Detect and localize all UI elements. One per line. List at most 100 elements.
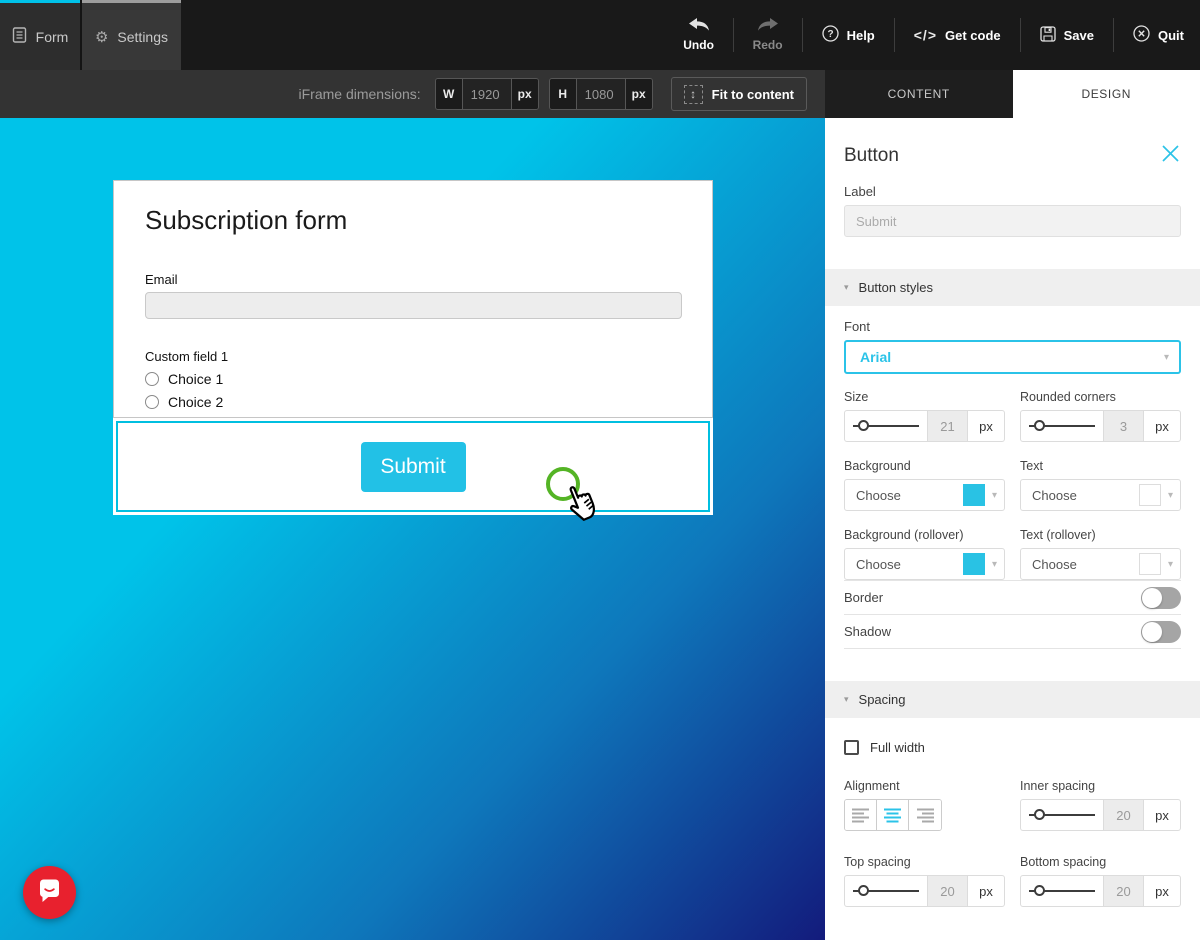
submit-button[interactable]: Submit — [361, 442, 466, 492]
width-unit: px — [511, 79, 538, 109]
button-label-input[interactable] — [844, 205, 1181, 237]
width-prefix: W — [436, 79, 463, 109]
text-choose-label: Choose — [1032, 488, 1132, 503]
align-right-button[interactable] — [909, 800, 941, 830]
get-code-button[interactable]: </> Get code — [904, 27, 1011, 43]
text-rollover-choose-label: Choose — [1032, 557, 1132, 572]
rounded-slider[interactable] — [1021, 411, 1104, 441]
bottom-spacing-slider[interactable] — [1021, 876, 1104, 906]
height-input-group: H 1080 px — [549, 78, 653, 110]
alignment-caption: Alignment — [844, 779, 1005, 793]
shadow-toggle[interactable] — [1141, 621, 1181, 643]
top-bar: Form ⚙ Settings Undo Redo ? Help < — [0, 0, 1200, 70]
background-color-picker[interactable]: Choose ▾ — [844, 479, 1005, 511]
align-center-button[interactable] — [877, 800, 909, 830]
label-field-caption: Label — [844, 184, 1181, 199]
rounded-value[interactable]: 3 — [1104, 411, 1144, 441]
background-rollover-choose-label: Choose — [856, 557, 956, 572]
rounded-unit: px — [1144, 411, 1180, 441]
size-caption: Size — [844, 390, 1005, 404]
section-spacing[interactable]: ▾ Spacing — [825, 681, 1200, 718]
svg-text:?: ? — [827, 29, 833, 40]
redo-button[interactable]: Redo — [743, 18, 793, 52]
background-caption: Background — [844, 459, 1005, 473]
alignment-control — [844, 799, 942, 831]
slider-handle[interactable] — [1034, 885, 1045, 896]
redo-label: Redo — [753, 38, 783, 52]
topbar-actions: Undo Redo ? Help </> Get code Save — [674, 0, 1194, 70]
text-color-picker[interactable]: Choose ▾ — [1020, 479, 1181, 511]
email-field[interactable] — [145, 292, 682, 319]
save-icon — [1040, 26, 1056, 45]
tab-content[interactable]: CONTENT — [825, 70, 1013, 118]
text-rollover-swatch — [1139, 553, 1161, 575]
inner-spacing-unit: px — [1144, 800, 1180, 830]
shadow-row: Shadow — [825, 615, 1200, 648]
collapse-triangle-icon: ▾ — [844, 694, 849, 705]
top-spacing-slider[interactable] — [845, 876, 928, 906]
undo-button[interactable]: Undo — [674, 18, 724, 52]
inner-spacing-value[interactable]: 20 — [1104, 800, 1144, 830]
height-prefix: H — [550, 79, 577, 109]
submit-block-selected[interactable]: Submit — [113, 418, 713, 515]
close-icon[interactable] — [1161, 144, 1180, 168]
quit-icon — [1133, 25, 1150, 45]
slider-handle[interactable] — [1034, 420, 1045, 431]
hand-cursor-icon — [558, 474, 604, 527]
top-spacing-caption: Top spacing — [844, 855, 1005, 869]
save-button[interactable]: Save — [1030, 26, 1104, 45]
align-right-icon — [916, 808, 935, 823]
section-button-styles[interactable]: ▾ Button styles — [825, 269, 1200, 306]
choice1-radio[interactable] — [145, 372, 159, 386]
size-slider[interactable] — [845, 411, 928, 441]
top-spacing-value[interactable]: 20 — [928, 876, 968, 906]
tab-design[interactable]: DESIGN — [1013, 70, 1200, 118]
top-spacing-control: 20 px — [844, 875, 1005, 907]
panel-title: Button — [844, 145, 899, 167]
full-width-label: Full width — [870, 740, 925, 755]
bottom-spacing-unit: px — [1144, 876, 1180, 906]
quit-button[interactable]: Quit — [1123, 25, 1194, 45]
tab-settings-label: Settings — [117, 29, 168, 45]
border-row: Border — [825, 581, 1200, 614]
fit-to-content-icon: ↕ — [684, 85, 703, 104]
rounded-caption: Rounded corners — [1020, 390, 1181, 404]
tab-form[interactable]: Form — [0, 0, 80, 70]
chat-bubble-icon — [36, 877, 63, 909]
bottom-spacing-value[interactable]: 20 — [1104, 876, 1144, 906]
custom-field-label: Custom field 1 — [145, 349, 681, 364]
background-rollover-picker[interactable]: Choose ▾ — [844, 548, 1005, 580]
background-rollover-caption: Background (rollover) — [844, 528, 1005, 542]
border-toggle[interactable] — [1141, 587, 1181, 609]
background-color-swatch — [963, 484, 985, 506]
size-value[interactable]: 21 — [928, 411, 968, 441]
redo-icon — [757, 18, 779, 34]
tab-settings[interactable]: ⚙ Settings — [82, 0, 181, 70]
font-caption: Font — [844, 319, 1181, 334]
inner-spacing-slider[interactable] — [1021, 800, 1104, 830]
form-fields-block[interactable]: Subscription form Email Custom field 1 C… — [113, 180, 713, 418]
slider-handle[interactable] — [858, 420, 869, 431]
height-input[interactable]: 1080 — [577, 79, 625, 109]
fit-to-content-button[interactable]: ↕ Fit to content — [671, 77, 807, 111]
bottom-spacing-control: 20 px — [1020, 875, 1181, 907]
chevron-down-icon: ▾ — [1168, 490, 1173, 501]
text-rollover-picker[interactable]: Choose ▾ — [1020, 548, 1181, 580]
font-select[interactable]: Arial ▾ — [844, 340, 1181, 374]
section-button-styles-title: Button styles — [859, 280, 933, 295]
save-label: Save — [1064, 28, 1094, 43]
size-control: 21 px — [844, 410, 1005, 442]
choice2-radio[interactable] — [145, 395, 159, 409]
choice-row: Choice 2 — [145, 394, 681, 410]
align-left-button[interactable] — [845, 800, 877, 830]
help-button[interactable]: ? Help — [812, 25, 885, 45]
fit-to-content-label: Fit to content — [712, 87, 794, 102]
chevron-down-icon: ▾ — [1164, 352, 1169, 363]
background-rollover-swatch — [963, 553, 985, 575]
chat-widget-button[interactable] — [23, 866, 76, 919]
email-label: Email — [145, 272, 681, 287]
width-input[interactable]: 1920 — [463, 79, 511, 109]
full-width-checkbox[interactable] — [844, 740, 859, 755]
slider-handle[interactable] — [1034, 809, 1045, 820]
slider-handle[interactable] — [858, 885, 869, 896]
